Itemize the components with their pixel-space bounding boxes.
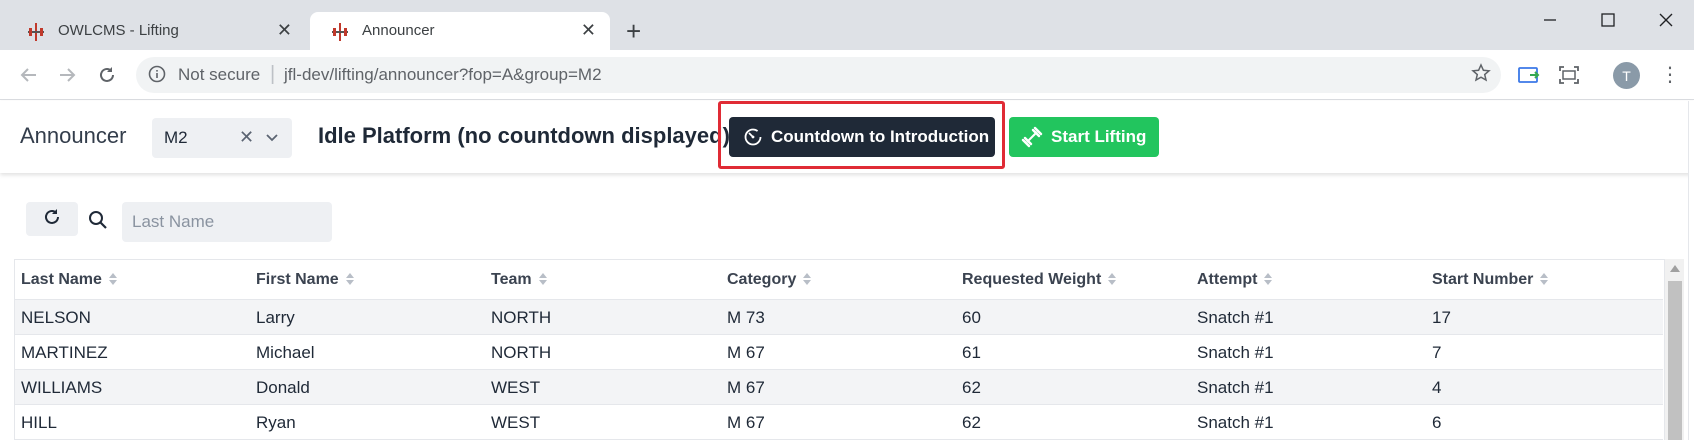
browser-toolbar: Not secure | jfl-dev/lifting/announcer?f… <box>0 50 1694 100</box>
cell-team: WEST <box>491 378 541 397</box>
cell-requested-weight: 61 <box>962 343 981 362</box>
cell-last-name: NELSON <box>21 308 91 327</box>
countdown-to-introduction-button[interactable]: Countdown to Introduction <box>729 117 995 157</box>
reload-icon[interactable] <box>94 62 120 88</box>
page-title: Announcer <box>20 123 127 148</box>
grid-scrollbar[interactable] <box>1664 259 1684 440</box>
browser-window: OWLCMS - Lifting ✕ Announcer ✕ + Not sec… <box>0 0 1694 440</box>
cell-team: WEST <box>491 413 541 432</box>
scroll-up-arrow-icon[interactable] <box>1670 265 1680 272</box>
tab-close-icon[interactable]: ✕ <box>277 20 292 40</box>
cell-first-name: Larry <box>256 308 295 327</box>
sort-icon <box>538 272 547 285</box>
cell-last-name: WILLIAMS <box>21 378 103 397</box>
forward-arrow-icon[interactable] <box>54 62 80 88</box>
sort-icon <box>1540 272 1549 285</box>
sort-icon <box>345 272 354 285</box>
column-header-category[interactable]: Category <box>727 260 812 300</box>
countdown-button-label: Countdown to Introduction <box>771 127 990 146</box>
chevron-down-icon[interactable] <box>264 129 280 150</box>
cell-start-number: 7 <box>1432 343 1442 362</box>
screenshot-extension-icon[interactable] <box>1556 62 1582 88</box>
separator: | <box>270 63 276 85</box>
cell-last-name: MARTINEZ <box>21 343 108 362</box>
column-header-last-name[interactable]: Last Name <box>21 260 118 300</box>
cell-attempt: Snatch #1 <box>1197 413 1274 432</box>
column-header-requested-weight[interactable]: Requested Weight <box>962 260 1117 300</box>
tab-title: OWLCMS - Lifting <box>58 22 179 39</box>
owlcms-favicon-icon <box>330 22 350 42</box>
last-name-search-input[interactable] <box>122 202 332 242</box>
address-bar[interactable]: Not secure | jfl-dev/lifting/announcer?f… <box>136 57 1501 93</box>
maximize-icon[interactable] <box>1588 8 1628 32</box>
cell-last-name: HILL <box>21 413 57 432</box>
athletes-grid: Last Name First Name Team Category Reque… <box>14 259 1664 440</box>
minimize-icon[interactable] <box>1530 8 1570 32</box>
sort-icon <box>1264 272 1273 285</box>
cell-first-name: Donald <box>256 378 310 397</box>
refresh-button[interactable] <box>26 202 78 236</box>
tab-title: Announcer <box>362 22 435 39</box>
cell-attempt: Snatch #1 <box>1197 308 1274 327</box>
cell-start-number: 4 <box>1432 378 1442 397</box>
column-header-attempt[interactable]: Attempt <box>1197 260 1273 300</box>
info-icon[interactable] <box>148 65 166 88</box>
table-row[interactable]: NELSON Larry NORTH M 73 60 Snatch #1 17 <box>15 300 1663 335</box>
timer-icon <box>743 127 763 147</box>
cell-start-number: 6 <box>1432 413 1442 432</box>
platform-status: Idle Platform (no countdown displayed) <box>318 123 730 148</box>
group-select-value: M2 <box>164 128 188 147</box>
column-header-start-number[interactable]: Start Number <box>1432 260 1549 300</box>
menu-kebab-icon[interactable]: ⋮ <box>1660 62 1680 88</box>
cell-category: M 73 <box>727 308 765 327</box>
back-arrow-icon[interactable] <box>16 62 42 88</box>
cell-requested-weight: 60 <box>962 308 981 327</box>
table-row[interactable]: MARTINEZ Michael NORTH M 67 61 Snatch #1… <box>15 335 1663 370</box>
window-right-edge <box>1688 101 1694 440</box>
security-label[interactable]: Not secure <box>178 65 260 85</box>
cell-requested-weight: 62 <box>962 413 981 432</box>
clear-icon[interactable]: ✕ <box>239 127 254 148</box>
close-window-icon[interactable] <box>1646 8 1686 32</box>
column-header-team[interactable]: Team <box>491 260 548 300</box>
owlcms-favicon-icon <box>26 22 46 42</box>
search-icon <box>88 210 108 235</box>
cell-requested-weight: 62 <box>962 378 981 397</box>
refresh-icon <box>43 208 61 231</box>
sort-icon <box>108 272 117 285</box>
dumbbell-icon <box>1021 126 1043 148</box>
cell-category: M 67 <box>727 413 765 432</box>
table-row[interactable]: WILLIAMS Donald WEST M 67 62 Snatch #1 4 <box>15 370 1663 405</box>
new-tab-plus-icon[interactable]: + <box>626 18 641 44</box>
tab-strip: OWLCMS - Lifting ✕ Announcer ✕ + <box>0 0 1694 50</box>
cell-category: M 67 <box>727 343 765 362</box>
url-text[interactable]: jfl-dev/lifting/announcer?fop=A&group=M2 <box>284 65 602 85</box>
group-select[interactable]: M2 ✕ <box>152 118 292 158</box>
tab-announcer[interactable]: Announcer ✕ <box>310 12 610 50</box>
cell-attempt: Snatch #1 <box>1197 378 1274 397</box>
scrollbar-thumb[interactable] <box>1668 281 1682 440</box>
profile-avatar[interactable]: T <box>1613 62 1640 89</box>
start-lifting-button[interactable]: Start Lifting <box>1009 117 1159 157</box>
tab-owlcms-lifting[interactable]: OWLCMS - Lifting ✕ <box>6 12 306 50</box>
bookmark-star-icon[interactable] <box>1471 63 1491 88</box>
start-button-label: Start Lifting <box>1051 127 1147 146</box>
sort-icon <box>1108 272 1117 285</box>
cast-extension-icon[interactable] <box>1516 62 1542 88</box>
cell-first-name: Michael <box>256 343 315 362</box>
table-row[interactable]: HILL Ryan WEST M 67 62 Snatch #1 6 <box>15 405 1663 440</box>
column-header-first-name[interactable]: First Name <box>256 260 355 300</box>
tab-close-icon[interactable]: ✕ <box>581 20 596 40</box>
cell-team: NORTH <box>491 308 552 327</box>
grid-header: Last Name First Name Team Category Reque… <box>15 260 1663 300</box>
cell-category: M 67 <box>727 378 765 397</box>
cell-start-number: 17 <box>1432 308 1451 327</box>
cell-first-name: Ryan <box>256 413 296 432</box>
cell-attempt: Snatch #1 <box>1197 343 1274 362</box>
sort-icon <box>803 272 812 285</box>
cell-team: NORTH <box>491 343 552 362</box>
